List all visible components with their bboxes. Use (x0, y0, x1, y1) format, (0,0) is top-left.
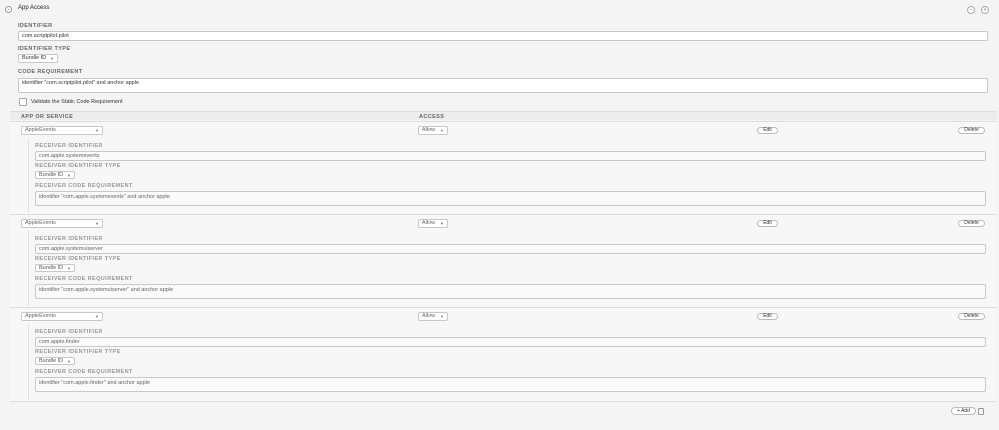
receiver-code-requirement-textarea[interactable]: identifier "com.apple.systemuiserver" an… (35, 284, 986, 299)
validate-checkbox[interactable] (19, 98, 27, 106)
receiver-identifier-type-value: Bundle ID (39, 265, 64, 271)
identifier-label: IDENTIFIER (18, 23, 53, 29)
receiver-identifier-label: RECEIVER IDENTIFIER (35, 143, 103, 149)
app-service-value: AppleEvents (25, 313, 56, 319)
receiver-code-requirement-textarea[interactable]: identifier "com.apple.finder" and anchor… (35, 377, 986, 392)
add-label: Add (961, 408, 970, 414)
chevron-down-icon: ▼ (67, 359, 71, 364)
chevron-down-icon: ▼ (440, 221, 444, 226)
access-select[interactable]: Allow ▼ (418, 126, 448, 135)
access-select[interactable]: Allow ▼ (418, 219, 448, 228)
receiver-identifier-type-label: RECEIVER IDENTIFIER TYPE (35, 256, 121, 262)
identifier-type-value: Bundle ID (22, 55, 47, 61)
code-requirement-textarea[interactable]: identifier "com.scriptpilot.pilot" and a… (18, 78, 988, 93)
receiver-identifier-input[interactable]: com.apple.systemevents (35, 151, 986, 161)
table-header: APP OR SERVICE ACCESS (10, 111, 997, 120)
receiver-identifier-type-select[interactable]: Bundle ID ▼ (35, 171, 75, 179)
edit-button[interactable]: Edit (757, 313, 778, 320)
plus-icon: + (957, 408, 960, 414)
receiver-identifier-type-value: Bundle ID (39, 358, 64, 364)
chevron-down-icon: ▼ (50, 56, 54, 61)
receiver-identifier-type-value: Bundle ID (39, 172, 64, 178)
access-value: Allow (422, 127, 436, 133)
identifier-input[interactable]: com.scriptpilot.pilot (18, 31, 988, 41)
receiver-code-requirement-label: RECEIVER CODE REQUIREMENT (35, 183, 133, 189)
receiver-identifier-label: RECEIVER IDENTIFIER (35, 329, 103, 335)
receiver-identifier-input[interactable]: com.apple.systemuiserver (35, 244, 986, 254)
row-divider (28, 231, 29, 306)
add-button[interactable]: + Add (951, 407, 976, 415)
delete-button[interactable]: Delete (958, 127, 985, 134)
access-select[interactable]: Allow ▼ (418, 312, 448, 321)
delete-button[interactable]: Delete (958, 313, 985, 320)
chevron-down-icon: ▼ (67, 266, 71, 271)
app-service-select[interactable]: AppleEvents ▼ (21, 126, 103, 135)
receiver-code-requirement-label: RECEIVER CODE REQUIREMENT (35, 276, 133, 282)
receiver-identifier-label: RECEIVER IDENTIFIER (35, 236, 103, 242)
receiver-identifier-type-label: RECEIVER IDENTIFIER TYPE (35, 349, 121, 355)
table-row: AppleEvents ▼ Allow ▼ Edit Delete RECEIV… (10, 307, 997, 401)
receiver-code-requirement-label: RECEIVER CODE REQUIREMENT (35, 369, 133, 375)
identifier-type-label: IDENTIFIER TYPE (18, 46, 71, 52)
receiver-identifier-type-label: RECEIVER IDENTIFIER TYPE (35, 163, 121, 169)
app-service-select[interactable]: AppleEvents ▼ (21, 312, 103, 321)
identifier-type-select[interactable]: Bundle ID ▼ (18, 54, 58, 63)
table-row: AppleEvents ▼ Allow ▼ Edit Delete RECEIV… (10, 121, 997, 214)
receiver-identifier-type-select[interactable]: Bundle ID ▼ (35, 264, 75, 272)
chevron-down-icon: ▼ (440, 128, 444, 133)
minus-icon[interactable]: − (967, 6, 975, 14)
edit-button[interactable]: Edit (757, 127, 778, 134)
row-divider (28, 324, 29, 400)
table-row: AppleEvents ▼ Allow ▼ Edit Delete RECEIV… (10, 214, 997, 307)
payload-header: ⌄ App Access − + (0, 0, 999, 18)
table-footer: + Add (10, 401, 997, 421)
col-access: ACCESS (419, 114, 445, 120)
col-app-or-service: APP OR SERVICE (21, 114, 74, 120)
access-value: Allow (422, 313, 436, 319)
receiver-identifier-type-select[interactable]: Bundle ID ▼ (35, 357, 75, 365)
receiver-identifier-input[interactable]: com.apple.finder (35, 337, 986, 347)
code-requirement-label: CODE REQUIREMENT (18, 69, 83, 75)
validate-label: Validate the Static Code Requirement (31, 99, 123, 105)
chevron-down-icon: ▼ (95, 128, 99, 133)
edit-button[interactable]: Edit (757, 220, 778, 227)
app-service-select[interactable]: AppleEvents ▼ (21, 219, 103, 228)
receiver-code-requirement-textarea[interactable]: identifier "com.apple.systemevents" and … (35, 191, 986, 206)
payload-title: App Access (18, 5, 50, 11)
delete-button[interactable]: Delete (958, 220, 985, 227)
row-divider (28, 138, 29, 213)
app-service-value: AppleEvents (25, 127, 56, 133)
chevron-down-icon: ▼ (440, 314, 444, 319)
chevron-down-icon: ▼ (95, 221, 99, 226)
chevron-down-icon: ▼ (67, 173, 71, 178)
app-service-value: AppleEvents (25, 220, 56, 226)
access-value: Allow (422, 220, 436, 226)
chevron-down-icon: ▼ (95, 314, 99, 319)
plus-icon[interactable]: + (981, 6, 989, 14)
chevron-down-icon[interactable]: ⌄ (5, 6, 12, 13)
trash-icon[interactable] (978, 408, 984, 415)
